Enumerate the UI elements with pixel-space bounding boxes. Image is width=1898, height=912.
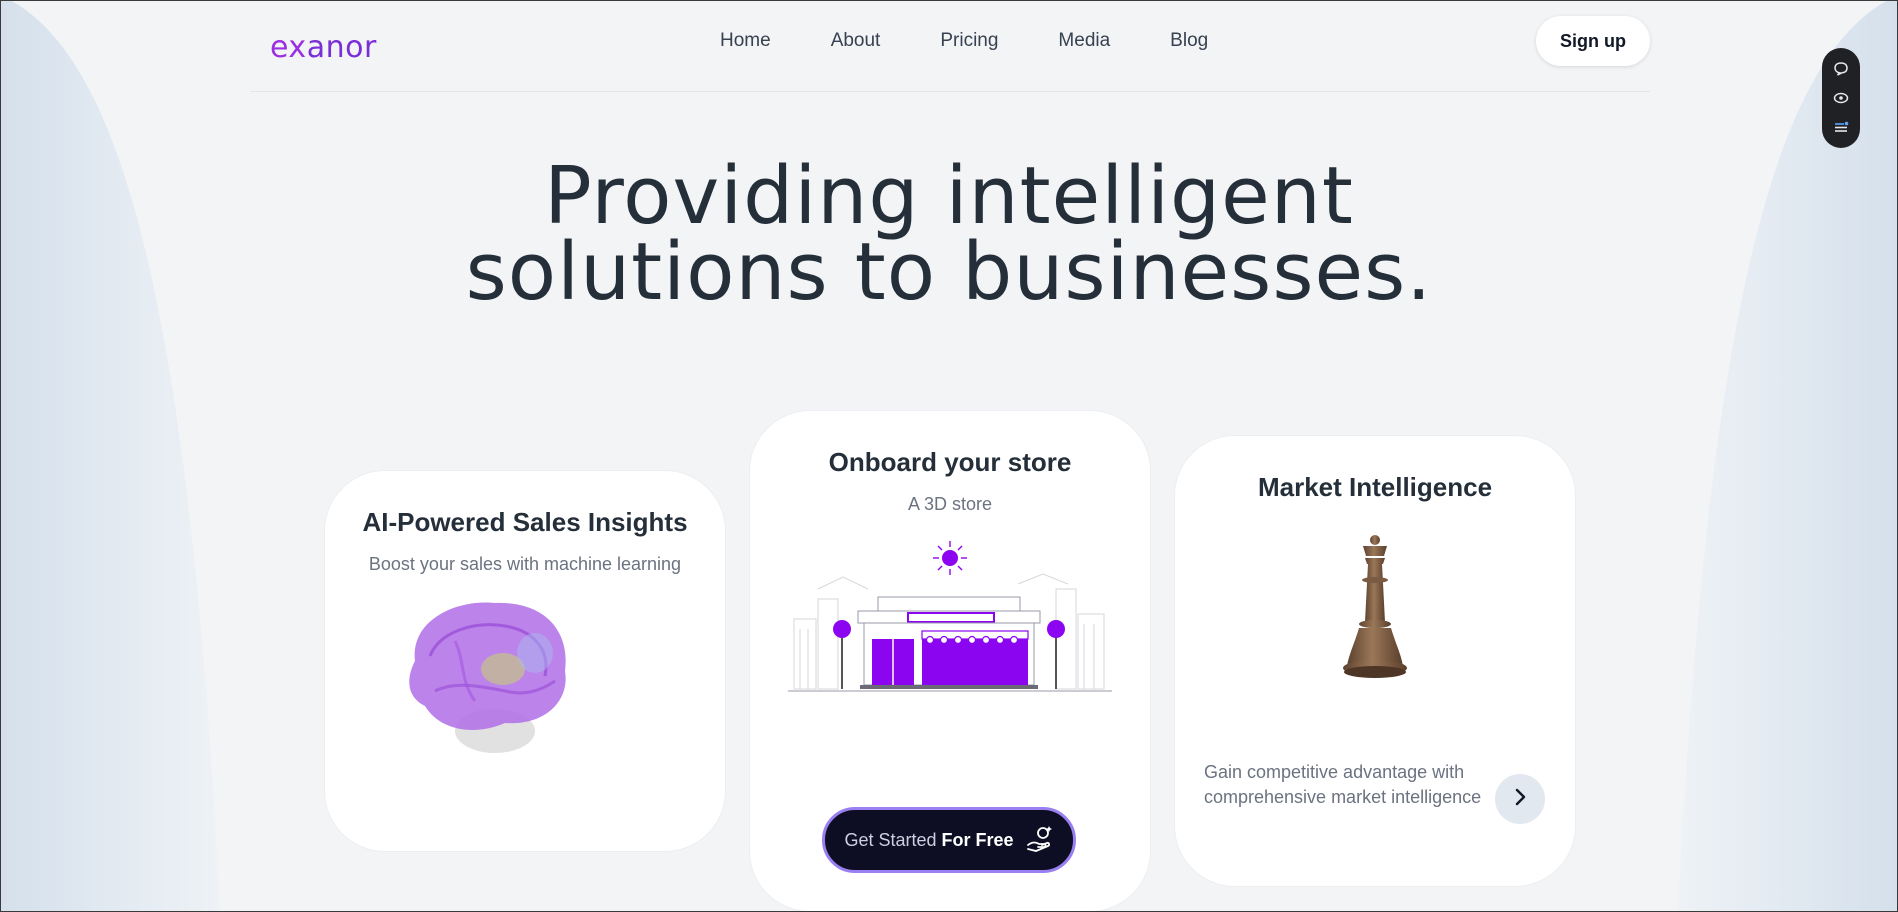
storefront-illustration [788, 541, 1112, 692]
card-title: AI-Powered Sales Insights [362, 507, 688, 537]
eye-icon[interactable] [1832, 89, 1850, 107]
sign-up-button[interactable]: Sign up [1536, 16, 1650, 66]
list-icon[interactable] [1832, 118, 1850, 136]
next-arrow-button[interactable] [1495, 774, 1545, 824]
card-onboard-store[interactable]: Onboard your store A 3D store Get Starte… [750, 411, 1150, 911]
card-title: Market Intelligence [1257, 472, 1493, 502]
nav-link-pricing[interactable]: Pricing [940, 30, 998, 52]
cta-label-light: Get Started [844, 829, 937, 850]
chevron-right-icon [1510, 787, 1530, 812]
card-subtitle: Boost your sales with machine learning [368, 554, 682, 574]
nav-link-media[interactable]: Media [1058, 30, 1110, 52]
hero-line-2: solutions to businesses. [465, 226, 1433, 318]
card-sales-insights[interactable]: AI-Powered Sales Insights Boost your sal… [325, 471, 725, 851]
hero-line-1: Providing intelligent [544, 150, 1354, 242]
nav-link-home[interactable]: Home [720, 30, 771, 52]
get-started-button[interactable]: Get Started For Free [822, 807, 1076, 873]
chess-queen-image [1343, 535, 1407, 678]
logo-rest: anor [306, 30, 377, 65]
nav-link-about[interactable]: About [831, 30, 881, 52]
hand-sparkle-icon [1024, 823, 1054, 858]
exanor-logo[interactable]: exanor [270, 30, 377, 65]
chat-bubble-icon[interactable] [1832, 60, 1850, 78]
top-navbar: exanor Home About Pricing Media Blog Sig… [250, 0, 1650, 92]
floating-tool-widget [1822, 48, 1860, 148]
card-title: Onboard your store [828, 447, 1072, 477]
nav-links: Home About Pricing Media Blog [720, 30, 1268, 52]
logo-prefix: ex [270, 30, 307, 65]
brain-3d-image [409, 602, 566, 753]
card-subtitle: A 3D store [907, 494, 993, 514]
card-market-intelligence[interactable]: Market Intelligence Gain competitive adv… [1175, 436, 1575, 886]
card-description: Gain competitive advantage with comprehe… [1204, 762, 1482, 807]
cta-label-bold: For Free [941, 829, 1014, 850]
hero-heading: Providing intelligent solutions to busin… [0, 150, 1898, 318]
nav-link-blog[interactable]: Blog [1170, 30, 1208, 52]
